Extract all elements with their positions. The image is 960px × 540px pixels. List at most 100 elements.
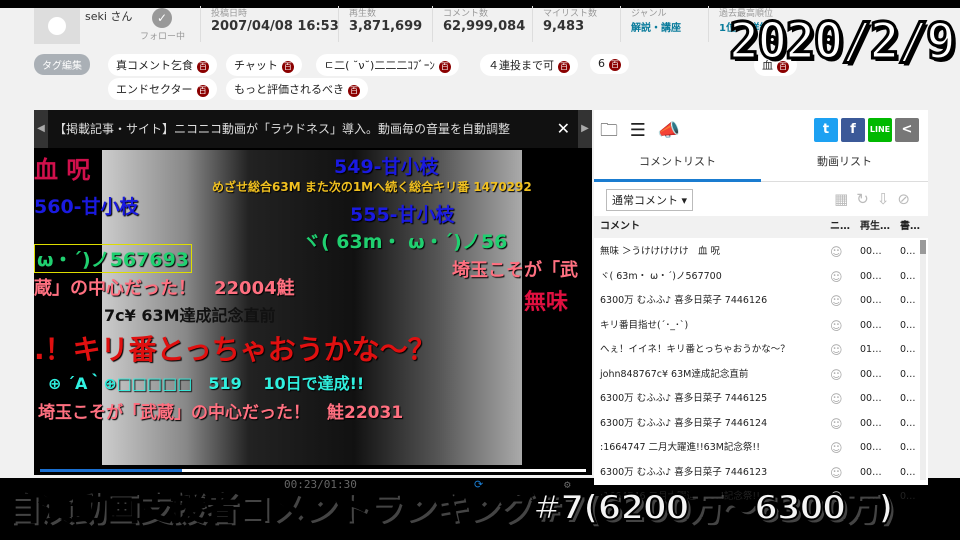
danmaku-comment: 蔵」の中心だった！ 22004鮭 (34, 278, 295, 299)
stat-views: 再生数 3,871,699 (338, 6, 422, 42)
stat-comments: コメント数 62,999,084 (432, 6, 525, 42)
comment-row[interactable]: ヾ( 63m・ ω・´)ノ567700 ☺ 00… 0… (594, 266, 920, 291)
comment-row[interactable]: 6300万 むふふ♪ 喜多日菜子 7446125 ☺ 00… 0… (594, 388, 920, 413)
comment-date: 0… (900, 344, 916, 355)
comment-text: ヾ( 63m・ ω・´)ノ567700 (600, 270, 722, 282)
uploader-name[interactable]: seki さん (85, 8, 132, 24)
follow-label: フォロー中 (140, 32, 186, 42)
comment-type-select[interactable]: 通常コメント ▾ (606, 189, 694, 211)
download-icon[interactable]: ⇩ (877, 190, 898, 208)
tag-edit-button[interactable]: タグ編集 (34, 54, 90, 75)
comment-row[interactable]: 6300万 むふふ♪ 喜多日菜子 7446124 ☺ 00… 0… (594, 413, 920, 438)
refresh-icon[interactable]: ↻ (856, 190, 877, 208)
comment-text: john848767c¥ 63M達成記念直前 (600, 368, 749, 380)
comment-text: 6300万 むふふ♪ 喜多日菜子 7446126 (600, 295, 768, 306)
danmaku-comment: 549-甘小枝 (334, 156, 439, 178)
dictionary-icon[interactable]: 百 (197, 61, 209, 73)
danmaku-comment: 埼玉こそが「武 (452, 260, 578, 281)
side-panel: 🗀 ☰ 📣 t f LINE < コメントリスト 動画リスト 通常コメント ▾ … (594, 110, 928, 504)
twitter-icon[interactable]: t (814, 118, 838, 142)
dictionary-icon[interactable]: 百 (348, 85, 360, 97)
comment-date: 0… (900, 319, 916, 331)
danmaku-comment: めざせ総合63M また次の1Mへ続く総合キリ番 1470292 (212, 180, 532, 194)
danmaku-comment: 555-甘小枝 (350, 204, 455, 226)
comment-list: 無味 ＞うけけけけけ 血 呪 ☺ 00… 0… ヾ( 63m・ ω・´)ノ567700 ☺… (594, 241, 920, 511)
nicoru-icon[interactable]: ☺ (830, 339, 843, 361)
comment-scrollbar[interactable] (920, 240, 926, 480)
tab-video-list[interactable]: 動画リスト (761, 148, 928, 182)
seek-progress (40, 469, 182, 472)
stat-mylist: マイリスト数 9,483 (532, 6, 597, 42)
comment-text: へぇ！イイネ！キリ番とっちゃおうかな～？ (600, 344, 790, 355)
danmaku-comment: 7c¥ 63M達成記念直前 (104, 306, 276, 325)
comment-date: 0… (900, 417, 916, 429)
comment-date: 0… (900, 295, 916, 306)
danmaku-comment: 血 呪 (34, 156, 91, 184)
col-nicoru[interactable]: ニ… (830, 216, 850, 238)
col-comment[interactable]: コメント (600, 216, 640, 238)
calendar-icon[interactable]: ▦ (834, 190, 856, 208)
ng-comment-icon[interactable]: ⊘ (897, 190, 918, 208)
share-icon[interactable]: < (895, 118, 919, 142)
stat-posted: 投稿日時 2007/04/08 16:53 (200, 6, 339, 42)
comment-row[interactable]: :1664747 二月大躍進!!63M記念祭!! ☺ 00… 0… (594, 437, 920, 462)
dictionary-icon[interactable]: 百 (558, 61, 570, 73)
tag[interactable]: ㄷ二( ˘ν˘)二二二ｺﾌﾞｰﾝ百 (316, 54, 459, 76)
comment-date: 0… (900, 368, 916, 380)
comment-date: 0… (900, 393, 916, 404)
nicoru-icon[interactable]: ☺ (830, 388, 843, 410)
megaphone-icon[interactable]: 📣 (658, 120, 680, 141)
video-player[interactable]: ◀ 【掲載記事・サイト】ニコニコ動画が「ラウドネス」導入。動画毎の音量を自動調整… (34, 110, 592, 475)
comment-date: 0… (900, 442, 916, 453)
folder-icon[interactable]: 🗀 (600, 120, 618, 141)
comment-row[interactable]: へぇ！イイネ！キリ番とっちゃおうかな～？ ☺ 01… 0… (594, 339, 920, 364)
nicoru-icon[interactable]: ☺ (830, 413, 843, 435)
ticker-close-button[interactable]: ✕ (557, 110, 570, 148)
add-playlist-icon[interactable]: ☰ (630, 120, 646, 141)
facebook-icon[interactable]: f (841, 118, 865, 142)
tag[interactable]: エンドセクター百 (108, 78, 217, 100)
nicoru-icon[interactable]: ☺ (830, 266, 843, 288)
tab-comment-list[interactable]: コメントリスト (594, 148, 761, 182)
line-icon[interactable]: LINE (868, 118, 892, 142)
comment-time: 00… (860, 246, 882, 257)
seek-bar[interactable] (40, 469, 586, 472)
comment-date: 0… (900, 246, 916, 257)
tag[interactable]: ４連投まで可百 (480, 54, 578, 76)
ticker-next-icon[interactable]: ▶ (578, 110, 592, 148)
tag[interactable]: もっと評価されるべき百 (226, 78, 368, 100)
dictionary-icon[interactable]: 百 (196, 85, 209, 97)
comment-time: 00… (860, 319, 882, 331)
comment-time: 00… (860, 442, 882, 453)
tag[interactable]: 真コメント乞食百 (108, 54, 217, 76)
uploader-avatar[interactable] (34, 8, 80, 44)
comment-table-header: コメント ニ… 再生… 書… (594, 216, 928, 238)
comment-row[interactable]: 無味 ＞うけけけけけ 血 呪 ☺ 00… 0… (594, 241, 920, 266)
stat-genre: ジャンル 解説・講座 (620, 6, 681, 42)
comment-time: 00… (860, 368, 882, 380)
nicoru-icon[interactable]: ☺ (830, 241, 843, 263)
tag[interactable]: チャット百 (226, 54, 302, 76)
news-ticker[interactable]: ◀ 【掲載記事・サイト】ニコニコ動画が「ラウドネス」導入。動画毎の音量を自動調整… (34, 110, 592, 148)
follow-check-icon[interactable]: ✓ (152, 8, 172, 28)
tag[interactable]: 6百 (590, 54, 629, 74)
comment-row[interactable]: john848767c¥ 63M達成記念直前 ☺ 00… 0… (594, 364, 920, 389)
danmaku-comment: 560-甘小枝 (34, 196, 139, 218)
comment-text: 無味 ＞うけけけけけ 血 呪 (600, 246, 721, 257)
comment-row[interactable]: 6300万 むふふ♪ 喜多日菜子 7446126 ☺ 00… 0… (594, 290, 920, 315)
comment-row[interactable]: キリ番目指せ(´･_･`) ☺ 00… 0… (594, 315, 920, 340)
nicoru-icon[interactable]: ☺ (830, 437, 843, 459)
dictionary-icon[interactable]: 百 (438, 61, 451, 73)
nicoru-icon[interactable]: ☺ (830, 364, 843, 386)
nicoru-icon[interactable]: ☺ (830, 290, 843, 312)
comment-date: 0… (900, 270, 916, 282)
comment-text: キリ番目指せ(´･_･`) (600, 319, 689, 331)
dictionary-icon[interactable]: 百 (609, 59, 621, 71)
col-playtime[interactable]: 再生… (860, 216, 890, 238)
comment-time: 00… (860, 417, 882, 429)
dictionary-icon[interactable]: 百 (281, 61, 294, 73)
nicoru-icon[interactable]: ☺ (830, 315, 843, 337)
comment-time: 00… (860, 393, 882, 404)
ticker-prev-icon[interactable]: ◀ (34, 110, 48, 148)
col-date[interactable]: 書… (900, 216, 920, 238)
